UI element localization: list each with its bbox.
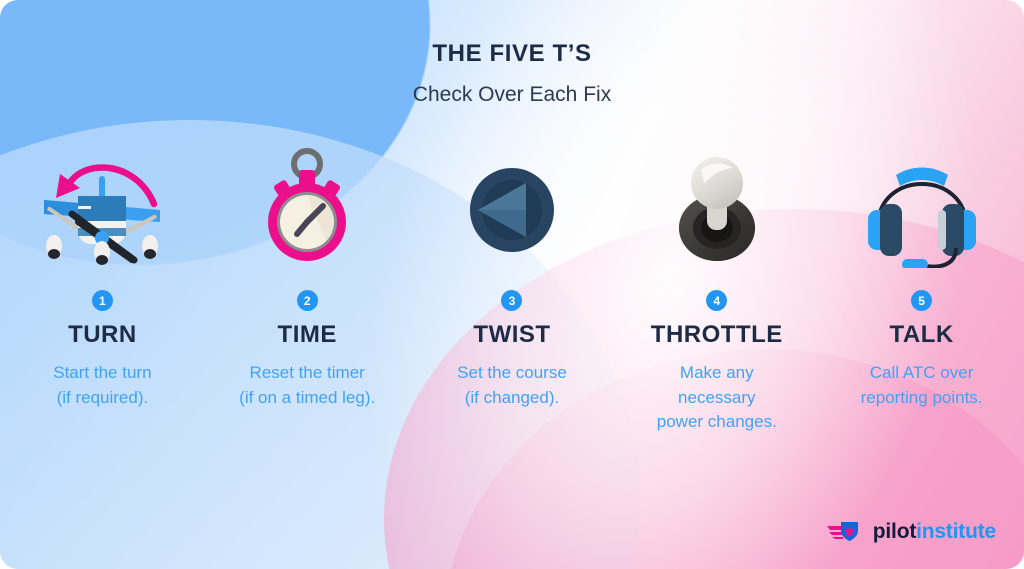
infographic-canvas: THE FIVE T’S Check Over Each Fix 1 TURN … bbox=[0, 0, 1024, 569]
step-description: Start the turn (if required). bbox=[53, 363, 152, 407]
heading-knob-icon bbox=[442, 148, 582, 268]
step-column-twist: 3 TWIST Set the course (if changed). bbox=[410, 148, 615, 435]
step-badge: 2 bbox=[296, 290, 318, 311]
step-column-talk: 5 TALK Call ATC over reporting points. bbox=[819, 148, 1024, 435]
step-description: Make any necessary power changes. bbox=[656, 363, 777, 432]
logo-text-pilot: pilot bbox=[872, 519, 917, 543]
step-column-turn: 1 TURN Start the turn (if required). bbox=[0, 148, 205, 435]
step-badge: 3 bbox=[501, 290, 523, 311]
step-title: TWIST bbox=[473, 321, 551, 348]
page-subtitle: Check Over Each Fix bbox=[412, 82, 612, 106]
step-badge: 5 bbox=[911, 290, 933, 311]
step-title: THROTTLE bbox=[650, 321, 783, 348]
aviation-headset-icon bbox=[852, 148, 992, 268]
step-column-time: 2 TIME Reset the timer (if on a timed le… bbox=[205, 148, 410, 435]
stopwatch-icon bbox=[237, 148, 377, 268]
step-badge: 4 bbox=[706, 290, 728, 311]
page-title: THE FIVE T’S bbox=[432, 40, 592, 67]
step-column-throttle: 4 THROTTLE Make any necessary power chan… bbox=[614, 148, 819, 435]
step-description: Reset the timer (if on a timed leg). bbox=[239, 363, 376, 407]
winged-shield-star-icon bbox=[826, 519, 865, 543]
step-title: TIME bbox=[277, 321, 337, 348]
airplane-turn-icon bbox=[32, 148, 172, 268]
step-badge: 1 bbox=[91, 290, 113, 311]
step-title: TALK bbox=[889, 321, 954, 348]
step-description: Set the course (if changed). bbox=[457, 363, 567, 407]
logo-text-institute: institute bbox=[916, 519, 996, 543]
throttle-lever-icon bbox=[647, 148, 787, 268]
step-description: Call ATC over reporting points. bbox=[860, 363, 983, 407]
step-title: TURN bbox=[68, 321, 137, 348]
pilot-institute-logo: pilotinstitute bbox=[826, 519, 996, 543]
header: THE FIVE T’S Check Over Each Fix bbox=[0, 40, 1024, 107]
steps-row: 1 TURN Start the turn (if required). 2 T… bbox=[0, 148, 1024, 435]
logo-text: pilotinstitute bbox=[873, 521, 996, 542]
